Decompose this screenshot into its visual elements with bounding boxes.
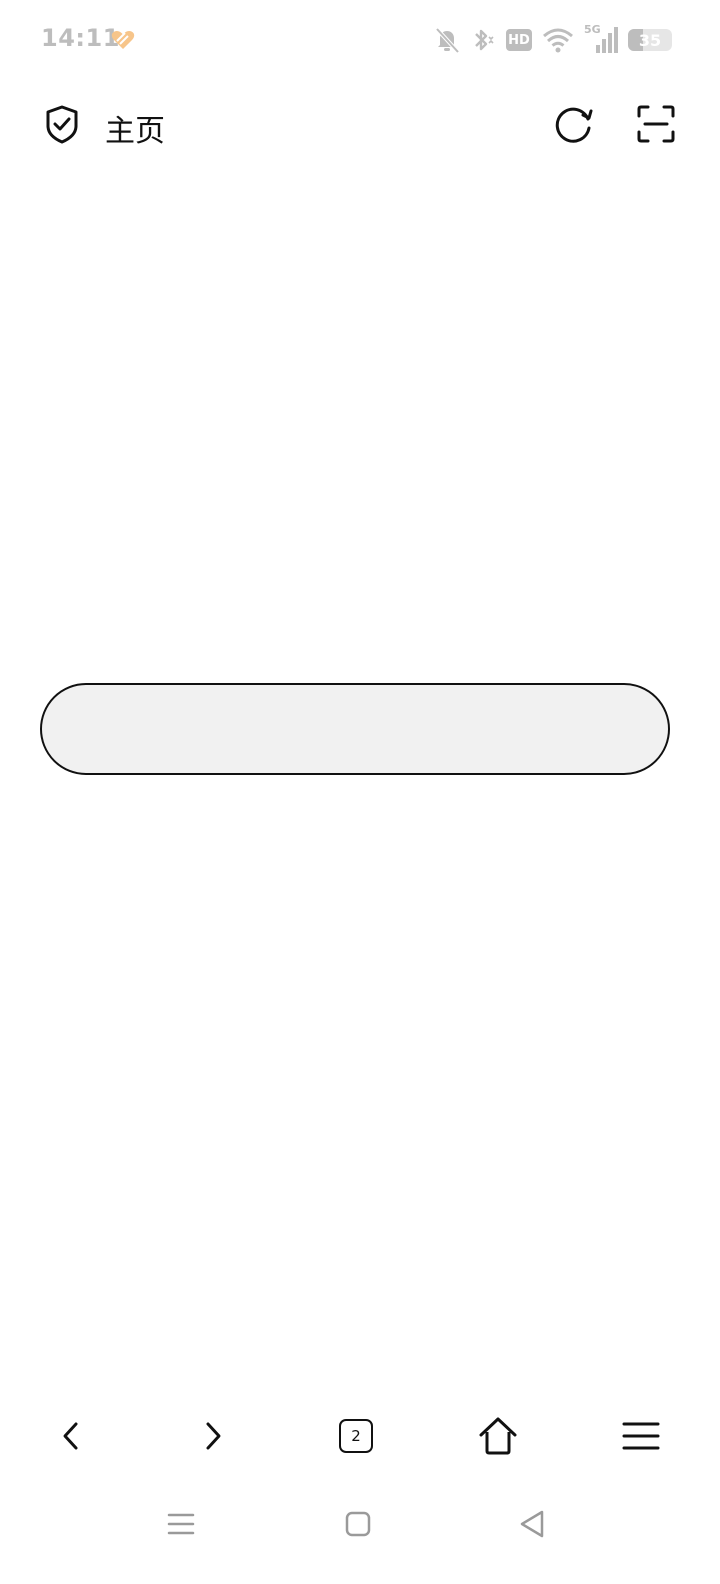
- back-button[interactable]: [47, 1412, 95, 1460]
- forward-icon: [206, 1422, 221, 1450]
- forward-button[interactable]: [189, 1412, 237, 1460]
- back-triangle-icon: [520, 1510, 544, 1538]
- signal-icon: 5G: [584, 23, 618, 55]
- page-title: 主页: [105, 114, 165, 149]
- bluetooth-icon: [470, 26, 496, 54]
- search-box[interactable]: [40, 683, 670, 775]
- reload-icon: [555, 107, 593, 143]
- back-icon: [63, 1422, 78, 1450]
- home-square-icon: [345, 1511, 371, 1537]
- security-button[interactable]: [40, 102, 84, 146]
- system-navigation-bar: [0, 1496, 720, 1552]
- shield-check-icon: [46, 105, 78, 144]
- tabs-button[interactable]: 2: [332, 1412, 380, 1460]
- system-home-button[interactable]: [338, 1504, 378, 1544]
- app-heart-icon: [110, 27, 136, 53]
- home-button[interactable]: [474, 1412, 522, 1460]
- bottom-toolbar: 2: [0, 1400, 720, 1472]
- home-icon: [479, 1417, 517, 1455]
- bell-off-icon: [434, 26, 460, 54]
- scan-icon: [637, 105, 675, 143]
- recents-button[interactable]: [161, 1504, 201, 1544]
- hd-icon: HD: [506, 29, 532, 51]
- menu-icon: [622, 1422, 660, 1450]
- menu-button[interactable]: [617, 1412, 665, 1460]
- status-icons: HD 5G 35: [434, 23, 672, 56]
- recents-icon: [167, 1513, 195, 1535]
- tabs-icon: 2: [339, 1419, 373, 1453]
- wifi-icon: [542, 26, 574, 54]
- status-bar: 14:11 HD 5G 35: [0, 0, 720, 80]
- reload-button[interactable]: [552, 102, 596, 146]
- top-toolbar: 主页: [0, 92, 720, 156]
- battery-icon: 35: [628, 29, 672, 51]
- search-input[interactable]: [82, 713, 628, 745]
- scan-button[interactable]: [634, 102, 678, 146]
- battery-level: 35: [638, 30, 662, 50]
- status-time: 14:11: [41, 24, 120, 52]
- system-back-button[interactable]: [512, 1504, 552, 1544]
- tab-count: 2: [351, 1427, 361, 1445]
